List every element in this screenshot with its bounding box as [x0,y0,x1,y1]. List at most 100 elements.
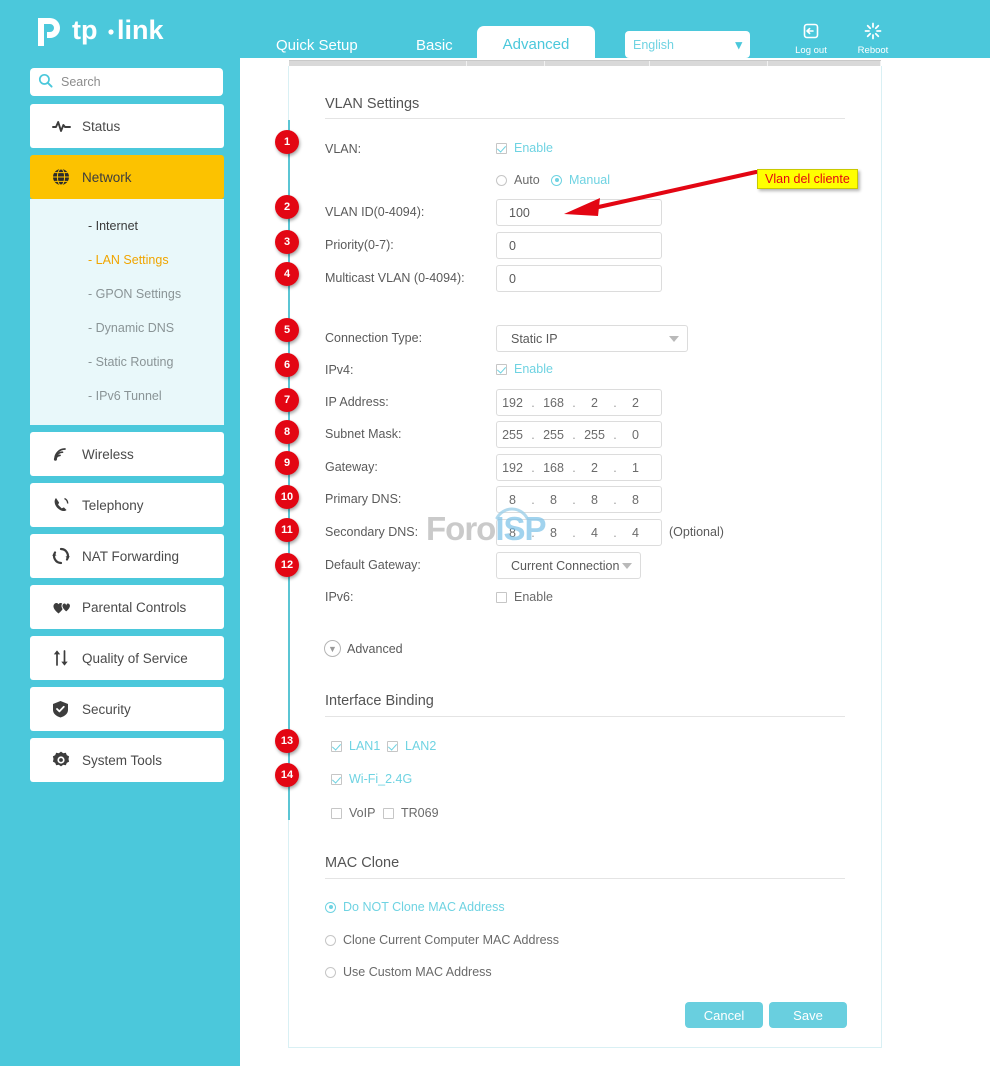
octet[interactable]: 8 [497,493,528,507]
sidebar-subitem-lan-settings[interactable]: - LAN Settings [30,243,224,277]
multicast-vlan-input[interactable]: 0 [496,265,662,292]
gateway-input[interactable]: 192 . 168 . 2 . 1 [496,454,662,481]
octet[interactable]: 8 [538,526,569,540]
advanced-toggle[interactable]: ▼ Advanced [324,640,403,657]
sidebar-subitem-gpon-settings[interactable]: - GPON Settings [30,277,224,311]
octet[interactable]: 192 [497,396,528,410]
dot-separator: . [531,492,535,507]
sidebar-item-network[interactable]: Network [30,155,224,199]
sidebar-subitem-internet[interactable]: - Internet [30,209,224,243]
vlan-enable-checkbox[interactable]: Enable [496,141,553,155]
octet[interactable]: 255 [497,428,528,442]
ip-address-input[interactable]: 192 . 168 . 2 . 2 [496,389,662,416]
annotation-callout: Vlan del cliente [757,169,858,189]
mac-clone-option-label: Clone Current Computer MAC Address [343,933,560,947]
sidebar-subitem-dynamic-dns[interactable]: - Dynamic DNS [30,311,224,345]
octet[interactable]: 168 [538,461,569,475]
octet[interactable]: 168 [538,396,569,410]
sidebar-item-system-tools[interactable]: System Tools [30,738,224,782]
sidebar-subitem-static-routing[interactable]: - Static Routing [30,345,224,379]
checkbox-icon [331,807,342,819]
annotation-badge: 9 [275,451,299,475]
vlan-mode-auto-radio[interactable]: Auto [496,173,540,187]
vlan-id-input[interactable]: 100 [496,199,662,226]
octet[interactable]: 4 [579,526,610,540]
logout-icon [783,22,839,42]
mac-clone-option-none[interactable]: Do NOT Clone MAC Address [325,900,505,914]
octet[interactable]: 2 [620,396,651,410]
reboot-icon [845,22,901,42]
octet[interactable]: 1 [620,461,651,475]
ipv6-label: IPv6: [325,590,354,604]
dot-separator: . [531,525,535,540]
priority-input[interactable]: 0 [496,232,662,259]
subnet-mask-label: Subnet Mask: [325,427,402,441]
annotation-badge: 7 [275,388,299,412]
tab-quick-setup[interactable]: Quick Setup [258,28,376,62]
mac-clone-option-custom[interactable]: Use Custom MAC Address [325,965,492,979]
ipv6-enable-checkbox[interactable]: Enable [496,590,553,604]
octet[interactable]: 255 [538,428,569,442]
sidebar-item-nat-forwarding[interactable]: NAT Forwarding [30,534,224,578]
logout-button[interactable]: Log out [783,22,839,56]
advanced-toggle-label: Advanced [347,641,403,656]
octet[interactable]: 2 [579,396,610,410]
sidebar-item-telephony[interactable]: Telephony [30,483,224,527]
sidebar-item-label: Quality of Service [82,650,188,666]
octet[interactable]: 8 [620,493,651,507]
sidebar-subitem-ipv6-tunnel[interactable]: - IPv6 Tunnel [30,379,224,413]
default-gateway-dropdown[interactable]: Current Connection [496,552,641,579]
search-input[interactable] [59,74,224,90]
octet[interactable]: 4 [620,526,651,540]
save-button[interactable]: Save [769,1002,847,1028]
sidebar-item-label: Telephony [82,497,144,513]
priority-label: Priority(0-7): [325,238,394,252]
binding-wifi-24g-checkbox[interactable]: Wi-Fi_2.4G [331,772,412,786]
octet[interactable]: 8 [538,493,569,507]
subnet-mask-input[interactable]: 255 . 255 . 255 . 0 [496,421,662,448]
octet[interactable]: 192 [497,461,528,475]
dot-separator: . [531,395,535,410]
language-select[interactable]: English ▾ [625,31,750,58]
tab-advanced[interactable]: Advanced [477,26,595,62]
annotation-badge: 12 [275,553,299,577]
cancel-button[interactable]: Cancel [685,1002,763,1028]
connection-type-dropdown[interactable]: Static IP [496,325,688,352]
octet[interactable]: 8 [497,526,528,540]
sidebar-item-status[interactable]: Status [30,104,224,148]
octet[interactable]: 255 [579,428,610,442]
octet[interactable]: 2 [579,461,610,475]
vlan-id-label: VLAN ID(0-4094): [325,205,425,219]
ipv4-enable-checkbox[interactable]: Enable [496,362,553,376]
sidebar-item-label: NAT Forwarding [82,548,180,564]
annotation-badge: 4 [275,262,299,286]
binding-lan1-checkbox[interactable]: LAN1 [331,739,380,753]
binding-voip-checkbox[interactable]: VoIP [331,806,375,820]
octet[interactable]: 0 [620,428,651,442]
reboot-button[interactable]: Reboot [845,22,901,56]
annotation-badge: 14 [275,763,299,787]
tab-basic[interactable]: Basic [398,28,471,62]
binding-tr069-checkbox[interactable]: TR069 [383,806,439,820]
octet[interactable]: 8 [579,493,610,507]
dot-separator: . [572,492,576,507]
wifi-icon [52,446,82,462]
mac-clone-option-label: Do NOT Clone MAC Address [343,900,505,914]
globe-icon [52,168,82,186]
annotation-badge: 1 [275,130,299,154]
sidebar-item-parental-controls[interactable]: Parental Controls [30,585,224,629]
connection-type-label: Connection Type: [325,331,423,345]
default-gateway-value: Current Connection [511,558,620,573]
secondary-dns-input[interactable]: 8 . 8 . 4 . 4 [496,519,662,546]
sidebar-item-quality-of-service[interactable]: Quality of Service [30,636,224,680]
binding-lan2-checkbox[interactable]: LAN2 [387,739,436,753]
search-box[interactable] [30,68,224,96]
vlan-mode-manual-radio[interactable]: Manual [551,173,610,187]
chevron-down-icon: ▾ [735,36,742,52]
sidebar-item-security[interactable]: Security [30,687,224,731]
mac-clone-option-current[interactable]: Clone Current Computer MAC Address [325,933,559,947]
annotation-badge: 2 [275,195,299,219]
dot-separator: . [572,427,576,442]
primary-dns-input[interactable]: 8 . 8 . 8 . 8 [496,486,662,513]
sidebar-item-wireless[interactable]: Wireless [30,432,224,476]
